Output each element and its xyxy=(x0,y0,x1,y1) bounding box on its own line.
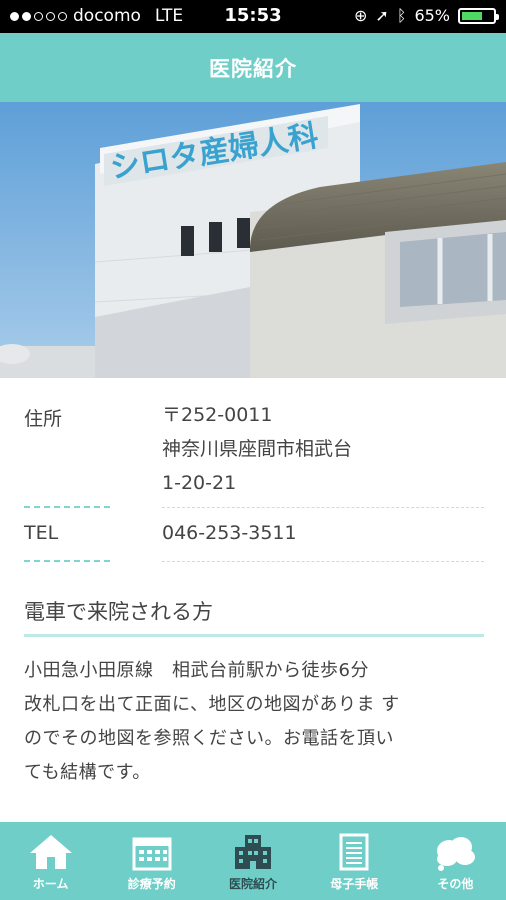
tab-hospital-info[interactable]: 医院紹介 xyxy=(202,822,303,900)
access-line: 改札口を出て正面に、地区の地図がありま す xyxy=(24,694,400,715)
tab-other[interactable]: その他 xyxy=(405,822,506,900)
contact-info-table: 住所 〒252-0011 神奈川県座間市相武台 1-20-21 TEL 046-… xyxy=(24,378,484,562)
divider xyxy=(24,560,110,562)
tab-label: ホーム xyxy=(32,877,69,891)
tab-bar: ホーム 診療予約 医院紹介 母子手帳 その他 xyxy=(0,822,506,900)
access-line: 小田急小田原線 相武台前駅から徒歩6分 xyxy=(24,660,369,681)
tab-label: 医院紹介 xyxy=(229,877,278,891)
tab-appointment[interactable]: 診療予約 xyxy=(101,822,202,900)
tab-home[interactable]: ホーム xyxy=(0,822,101,900)
home-icon xyxy=(29,835,72,869)
page-title: 医院紹介 xyxy=(0,33,506,102)
access-line: ても結構です。 xyxy=(24,762,151,783)
access-by-train-heading: 電車で来院される方 xyxy=(24,596,484,637)
address-line: 〒252-0011 xyxy=(162,404,273,426)
address-label: 住所 xyxy=(24,408,63,430)
divider xyxy=(162,561,484,562)
status-bar: docomo LTE 15:53 ⊕ ➚ ᛒ 65% xyxy=(0,0,506,33)
tel-label: TEL xyxy=(24,522,59,544)
tab-label: その他 xyxy=(437,877,474,891)
address-line: 神奈川県座間市相武台 xyxy=(162,438,353,460)
address-line: 1-20-21 xyxy=(162,472,237,494)
tel-number-link[interactable]: 046-253-3511 xyxy=(162,508,484,562)
battery-percent: 65% xyxy=(414,6,450,25)
orientation-lock-icon: ⊕ xyxy=(354,6,368,25)
tab-label: 母子手帳 xyxy=(330,877,379,891)
access-line: のでその地図を参照ください。お電話を頂い xyxy=(24,728,394,749)
tab-maternal-notebook[interactable]: 母子手帳 xyxy=(304,822,405,900)
address-row: 住所 〒252-0011 神奈川県座間市相武台 1-20-21 xyxy=(24,378,484,508)
hospital-icon xyxy=(235,835,271,869)
hospital-building-photo: シロタ産婦人科 xyxy=(0,102,506,378)
tel-row: TEL 046-253-3511 xyxy=(24,508,484,562)
bluetooth-icon: ᛒ xyxy=(396,6,407,25)
tab-label: 診療予約 xyxy=(127,877,176,891)
access-description: 小田急小田原線 相武台前駅から徒歩6分 改札口を出て正面に、地区の地図がありま … xyxy=(24,654,484,790)
location-icon: ➚ xyxy=(375,6,389,25)
address-value: 〒252-0011 神奈川県座間市相武台 1-20-21 xyxy=(162,378,484,508)
more-cloud-icon xyxy=(437,837,476,871)
battery-icon xyxy=(458,7,499,24)
notebook-icon xyxy=(339,833,369,871)
calendar-icon xyxy=(132,837,172,871)
